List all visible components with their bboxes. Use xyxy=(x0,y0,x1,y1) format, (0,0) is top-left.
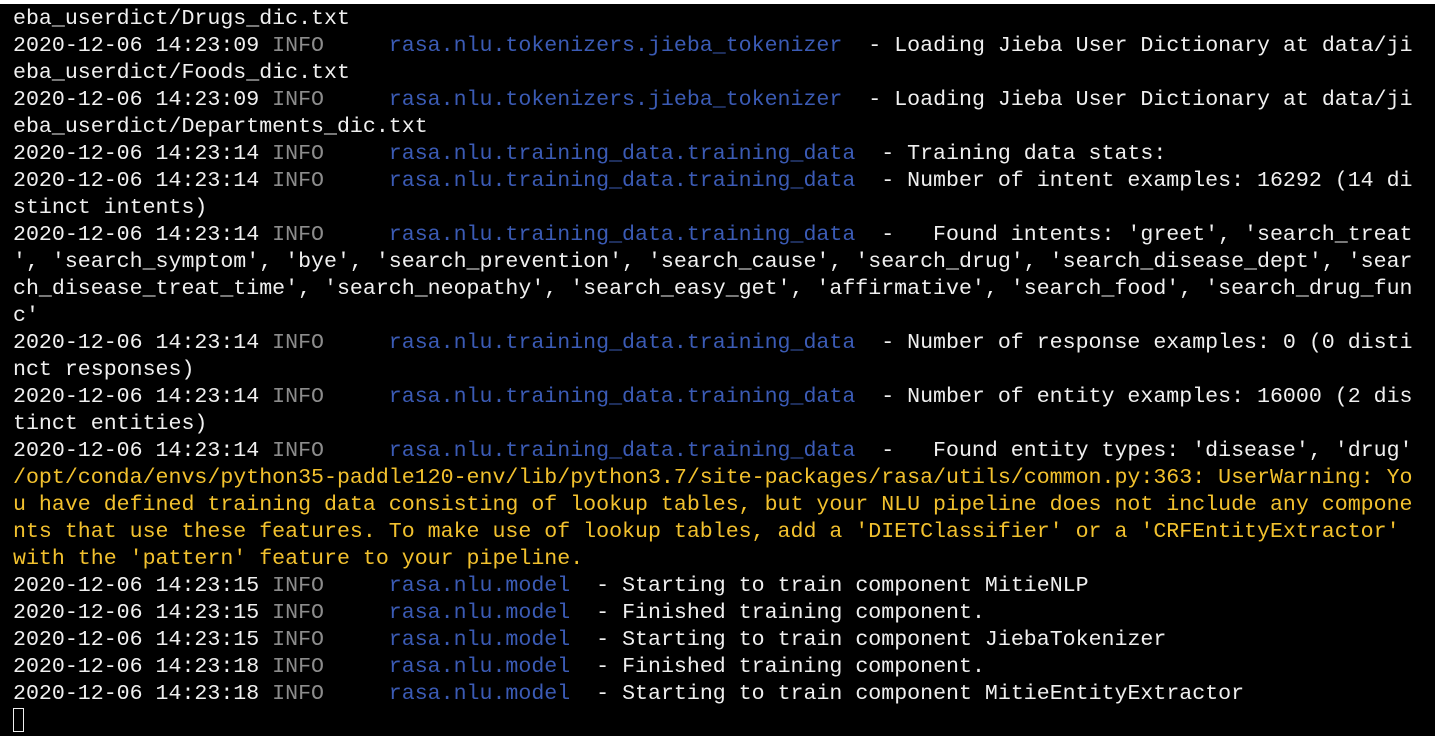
log-line: 2020-12-06 14:23:14 INFO rasa.nlu.traini… xyxy=(13,330,1435,357)
prompt-line[interactable] xyxy=(13,708,1435,735)
log-message: - Loading Jieba User Dictionary at data/… xyxy=(855,88,1413,112)
log-message: - Training data stats: xyxy=(868,142,1167,166)
continuation-line: nct responses) xyxy=(13,357,1435,384)
log-module: rasa.nlu.model xyxy=(375,601,584,625)
log-line: 2020-12-06 14:23:09 INFO rasa.nlu.tokeni… xyxy=(13,33,1435,60)
log-line: 2020-12-06 14:23:15 INFO rasa.nlu.model … xyxy=(13,627,1435,654)
log-module: rasa.nlu.tokenizers.jieba_tokenizer xyxy=(375,88,856,112)
warning-text: with the 'pattern' feature to your pipel… xyxy=(13,547,584,571)
log-level: INFO xyxy=(272,574,376,598)
log-message: - Found intents: 'greet', 'search_treat xyxy=(868,223,1413,247)
log-timestamp: 2020-12-06 14:23:14 xyxy=(13,385,273,409)
log-level: INFO xyxy=(272,628,376,652)
line-text: c' xyxy=(13,304,39,328)
warning-line: /opt/conda/envs/python35-paddle120-env/l… xyxy=(13,465,1435,492)
log-message: - Starting to train component MitieEntit… xyxy=(583,682,1245,706)
line-text: eba_userdict/Departments_dic.txt xyxy=(13,115,428,139)
continuation-line: eba_userdict/Departments_dic.txt xyxy=(13,114,1435,141)
continuation-line: ', 'search_symptom', 'bye', 'search_prev… xyxy=(13,249,1435,276)
log-module: rasa.nlu.model xyxy=(375,682,584,706)
log-message: - Number of intent examples: 16292 (14 d… xyxy=(868,169,1413,193)
line-text: eba_userdict/Drugs_dic.txt xyxy=(13,7,350,31)
continuation-line: stinct intents) xyxy=(13,195,1435,222)
log-module: rasa.nlu.model xyxy=(375,628,584,652)
warning-line: u have defined training data consisting … xyxy=(13,492,1435,519)
log-level: INFO xyxy=(272,223,376,247)
warning-text: u have defined training data consisting … xyxy=(13,493,1413,517)
log-level: INFO xyxy=(272,682,376,706)
log-message: - Finished training component. xyxy=(583,601,985,625)
log-timestamp: 2020-12-06 14:23:14 xyxy=(13,439,273,463)
warning-line: nts that use these features. To make use… xyxy=(13,519,1435,546)
log-module: rasa.nlu.training_data.training_data xyxy=(375,169,869,193)
continuation-line: tinct entities) xyxy=(13,411,1435,438)
log-line: 2020-12-06 14:23:15 INFO rasa.nlu.model … xyxy=(13,573,1435,600)
log-level: INFO xyxy=(272,601,376,625)
line-text: tinct entities) xyxy=(13,412,208,436)
log-timestamp: 2020-12-06 14:23:18 xyxy=(13,682,273,706)
log-level: INFO xyxy=(272,34,376,58)
line-text: ', 'search_symptom', 'bye', 'search_prev… xyxy=(13,250,1413,274)
log-timestamp: 2020-12-06 14:23:15 xyxy=(13,601,273,625)
log-message: - Found entity types: 'disease', 'drug' xyxy=(868,439,1413,463)
log-timestamp: 2020-12-06 14:23:14 xyxy=(13,223,273,247)
log-timestamp: 2020-12-06 14:23:18 xyxy=(13,655,273,679)
warning-text: nts that use these features. To make use… xyxy=(13,520,1400,544)
line-text: eba_userdict/Foods_dic.txt xyxy=(13,61,350,85)
log-module: rasa.nlu.model xyxy=(375,655,584,679)
log-level: INFO xyxy=(272,169,376,193)
log-module: rasa.nlu.model xyxy=(375,574,584,598)
log-output: eba_userdict/Drugs_dic.txt 2020-12-06 14:… xyxy=(13,6,1435,708)
log-timestamp: 2020-12-06 14:23:15 xyxy=(13,574,273,598)
log-level: INFO xyxy=(272,331,376,355)
text-cursor xyxy=(13,708,24,732)
log-module: rasa.nlu.tokenizers.jieba_tokenizer xyxy=(375,34,856,58)
continuation-line: ch_disease_treat_time', 'search_neopathy… xyxy=(13,276,1435,303)
log-message: - Finished training component. xyxy=(583,655,985,679)
log-message: - Number of entity examples: 16000 (2 di… xyxy=(868,385,1413,409)
line-text: nct responses) xyxy=(13,358,195,382)
warning-line: with the 'pattern' feature to your pipel… xyxy=(13,546,1435,573)
log-module: rasa.nlu.training_data.training_data xyxy=(375,439,869,463)
log-timestamp: 2020-12-06 14:23:09 xyxy=(13,88,273,112)
log-message: - Starting to train component JiebaToken… xyxy=(583,628,1167,652)
log-timestamp: 2020-12-06 14:23:14 xyxy=(13,169,273,193)
log-line: 2020-12-06 14:23:14 INFO rasa.nlu.traini… xyxy=(13,438,1435,465)
log-timestamp: 2020-12-06 14:23:14 xyxy=(13,331,273,355)
log-line: 2020-12-06 14:23:14 INFO rasa.nlu.traini… xyxy=(13,384,1435,411)
line-text: stinct intents) xyxy=(13,196,208,220)
log-module: rasa.nlu.training_data.training_data xyxy=(375,331,869,355)
log-module: rasa.nlu.training_data.training_data xyxy=(375,142,869,166)
log-line: 2020-12-06 14:23:14 INFO rasa.nlu.traini… xyxy=(13,168,1435,195)
log-timestamp: 2020-12-06 14:23:14 xyxy=(13,142,273,166)
terminal-window[interactable]: eba_userdict/Drugs_dic.txt 2020-12-06 14:… xyxy=(0,0,1435,733)
log-message: - Loading Jieba User Dictionary at data/… xyxy=(855,34,1413,58)
log-line: 2020-12-06 14:23:18 INFO rasa.nlu.model … xyxy=(13,654,1435,681)
warning-text: /opt/conda/envs/python35-paddle120-env/l… xyxy=(13,466,1413,490)
log-level: INFO xyxy=(272,385,376,409)
log-level: INFO xyxy=(272,88,376,112)
continuation-line: eba_userdict/Drugs_dic.txt xyxy=(13,6,1435,33)
log-module: rasa.nlu.training_data.training_data xyxy=(375,223,869,247)
continuation-line: eba_userdict/Foods_dic.txt xyxy=(13,60,1435,87)
log-message: - Starting to train component MitieNLP xyxy=(583,574,1089,598)
log-timestamp: 2020-12-06 14:23:09 xyxy=(13,34,273,58)
log-message: - Number of response examples: 0 (0 dist… xyxy=(868,331,1413,355)
log-level: INFO xyxy=(272,655,376,679)
log-timestamp: 2020-12-06 14:23:15 xyxy=(13,628,273,652)
log-level: INFO xyxy=(272,142,376,166)
log-level: INFO xyxy=(272,439,376,463)
line-text: ch_disease_treat_time', 'search_neopathy… xyxy=(13,277,1413,301)
log-line: 2020-12-06 14:23:14 INFO rasa.nlu.traini… xyxy=(13,141,1435,168)
log-line: 2020-12-06 14:23:09 INFO rasa.nlu.tokeni… xyxy=(13,87,1435,114)
log-line: 2020-12-06 14:23:18 INFO rasa.nlu.model … xyxy=(13,681,1435,708)
continuation-line: c' xyxy=(13,303,1435,330)
log-module: rasa.nlu.training_data.training_data xyxy=(375,385,869,409)
log-line: 2020-12-06 14:23:14 INFO rasa.nlu.traini… xyxy=(13,222,1435,249)
log-line: 2020-12-06 14:23:15 INFO rasa.nlu.model … xyxy=(13,600,1435,627)
